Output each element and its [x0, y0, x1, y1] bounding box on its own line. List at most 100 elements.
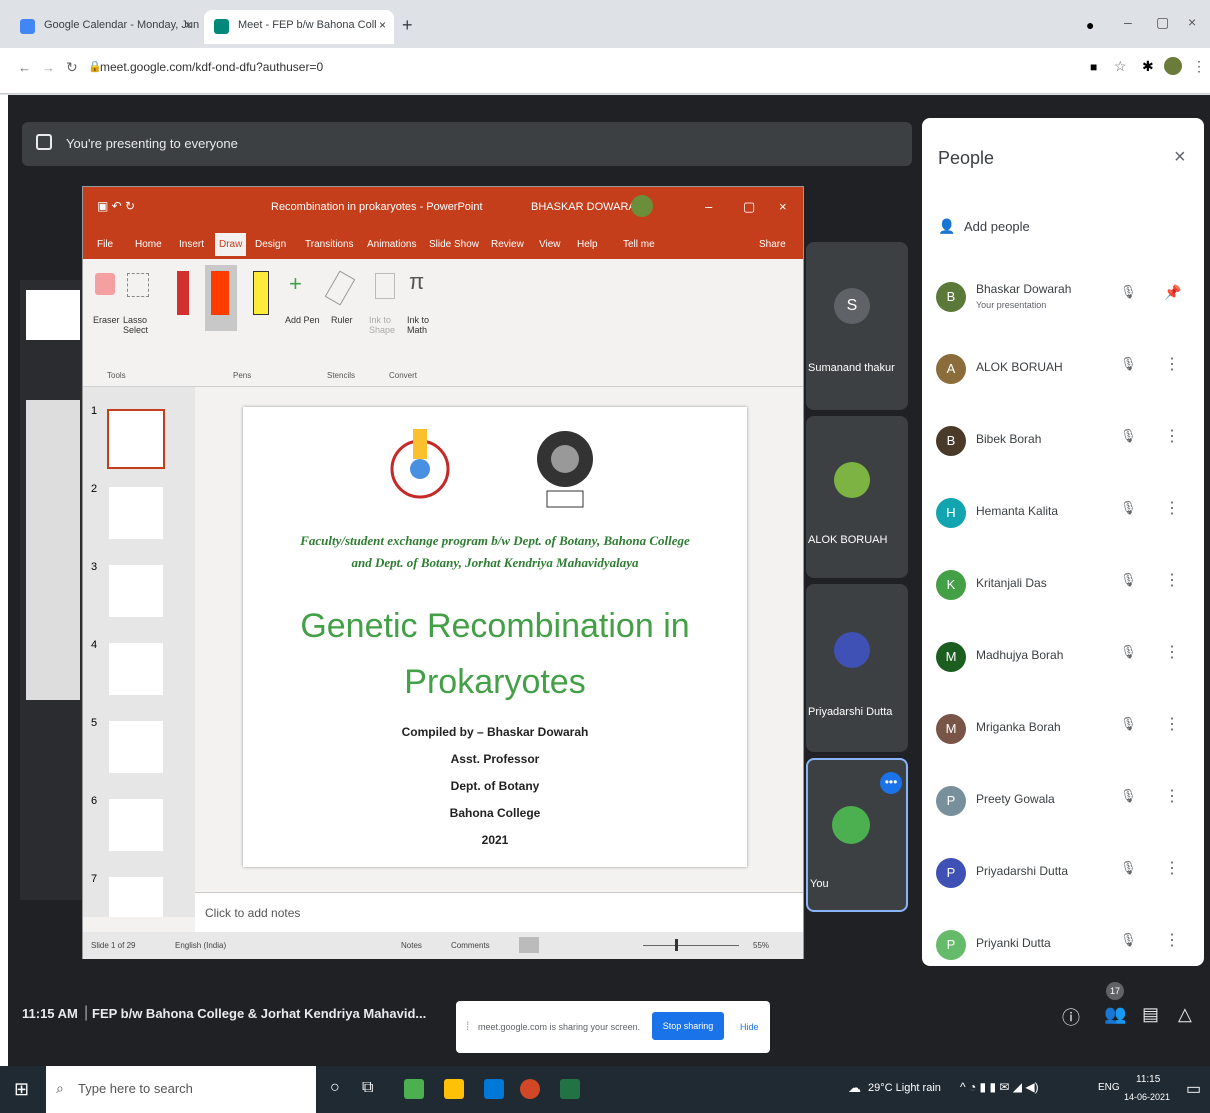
participant-row[interactable]: P Preety Gowala 🎙 ⋮ — [934, 772, 1192, 832]
tab-file[interactable]: File — [97, 239, 113, 250]
drag-handle-icon[interactable]: ⁞ — [466, 1019, 469, 1033]
reload-icon[interactable]: ↻ — [66, 59, 78, 76]
tab-transitions[interactable]: Transitions — [305, 239, 354, 250]
cortana-icon[interactable]: ○ — [330, 1079, 340, 1097]
avatar[interactable] — [1164, 57, 1182, 75]
more-icon[interactable]: ⋮ — [1164, 570, 1180, 590]
more-icon[interactable]: ⋮ — [1164, 930, 1180, 950]
close-icon[interactable]: × — [779, 199, 787, 214]
back-icon[interactable]: ← — [18, 60, 31, 75]
chrome-icon[interactable] — [404, 1079, 424, 1099]
close-window-icon[interactable]: × — [1188, 14, 1196, 30]
star-icon[interactable]: ☆ — [1114, 58, 1127, 75]
ink-to-math-icon[interactable]: π — [409, 269, 424, 295]
more-icon[interactable]: ⋮ — [1164, 426, 1180, 446]
participant-tile[interactable]: S Sumanand thakur — [806, 242, 908, 410]
tab-design[interactable]: Design — [255, 239, 286, 250]
slide-thumb[interactable] — [109, 565, 163, 617]
profile-icon[interactable]: ● — [1086, 17, 1094, 33]
ink-to-shape-icon[interactable] — [375, 273, 395, 299]
menu-icon[interactable]: ⋮ — [1192, 58, 1206, 75]
slide-thumb[interactable] — [109, 721, 163, 773]
participant-row[interactable]: B Bibek Borah 🎙 ⋮ — [934, 412, 1192, 472]
system-tray-icons[interactable]: ^ ◔ ▮ ▮ ✉ ◢ ◀) — [960, 1080, 1039, 1094]
weather-text[interactable]: 29°C Light rain — [868, 1082, 941, 1094]
notification-icon[interactable]: ▭ — [1186, 1079, 1201, 1099]
people-icon[interactable]: 👥 — [1104, 1004, 1126, 1025]
tab-draw[interactable]: Draw — [215, 233, 247, 256]
new-tab-button[interactable]: + — [402, 15, 413, 36]
tab-slideshow[interactable]: Slide Show — [429, 239, 479, 250]
minimize-icon[interactable]: – — [1124, 14, 1132, 30]
red-pen-icon[interactable] — [177, 271, 189, 315]
participant-tile[interactable]: ALOK BORUAH — [806, 416, 908, 578]
store-icon[interactable] — [484, 1079, 504, 1099]
self-tile[interactable]: ••• You — [806, 758, 908, 912]
more-icon[interactable]: ⋮ — [1164, 786, 1180, 806]
tab-insert[interactable]: Insert — [179, 239, 204, 250]
ruler-icon[interactable] — [324, 270, 356, 306]
chat-icon[interactable]: ▤ — [1142, 1004, 1159, 1025]
file-explorer-icon[interactable] — [444, 1079, 464, 1099]
comments-button[interactable]: Comments — [451, 941, 490, 950]
tab-home[interactable]: Home — [135, 239, 162, 250]
slide-thumb[interactable] — [109, 799, 163, 851]
zoom-slider[interactable] — [643, 945, 739, 946]
share-button[interactable]: Share — [759, 239, 786, 250]
maximize-icon[interactable]: ▢ — [743, 199, 755, 215]
close-panel-button[interactable]: × — [1174, 146, 1186, 169]
eraser-icon[interactable] — [95, 273, 115, 295]
maximize-icon[interactable]: ▢ — [1156, 14, 1169, 31]
minimize-icon[interactable]: – — [705, 199, 712, 214]
excel-icon[interactable] — [560, 1079, 580, 1099]
pin-icon[interactable]: 📌 — [1164, 284, 1181, 301]
slide-thumb[interactable] — [109, 487, 163, 539]
hide-button[interactable]: Hide — [740, 1022, 759, 1032]
notes-pane[interactable]: Click to add notes — [195, 892, 803, 932]
tab-animations[interactable]: Animations — [367, 239, 416, 250]
powerpoint-icon[interactable] — [520, 1079, 540, 1099]
activities-icon[interactable]: △ — [1178, 1004, 1192, 1025]
participant-tile[interactable]: Priyadarshi Dutta — [806, 584, 908, 752]
add-people-button[interactable]: Add people — [964, 219, 1030, 234]
participant-row[interactable]: M Madhujya Borah 🎙 ⋮ — [934, 628, 1192, 688]
forward-icon[interactable]: → — [42, 60, 55, 75]
participant-row[interactable]: M Mriganka Borah 🎙 ⋮ — [934, 700, 1192, 760]
highlighter-red-icon[interactable] — [211, 271, 229, 315]
windows-start-icon[interactable]: ⊞ — [14, 1079, 29, 1100]
more-icon[interactable]: ⋮ — [1164, 858, 1180, 878]
tell-me-search[interactable]: Tell me — [623, 239, 655, 250]
tab-meet[interactable]: Meet - FEP b/w Bahona Coll × — [204, 10, 394, 44]
normal-view-icon[interactable] — [519, 937, 539, 953]
slide-thumb[interactable] — [109, 643, 163, 695]
more-icon[interactable]: ⋮ — [1164, 642, 1180, 662]
add-pen-icon[interactable]: + — [289, 271, 302, 297]
close-tab-button[interactable]: × — [185, 18, 192, 32]
participant-row[interactable]: H Hemanta Kalita 🎙 ⋮ — [934, 484, 1192, 544]
more-icon[interactable]: ⋮ — [1164, 498, 1180, 518]
language[interactable]: English (India) — [175, 941, 226, 950]
url-field[interactable]: meet.google.com/kdf-ond-dfu?authuser=0 — [100, 60, 323, 74]
extensions-icon[interactable]: ✱ — [1142, 58, 1154, 75]
more-icon[interactable]: ⋮ — [1164, 354, 1180, 374]
stop-sharing-button[interactable]: Stop sharing — [652, 1012, 724, 1040]
highlighter-yellow-icon[interactable] — [253, 271, 269, 315]
lasso-icon[interactable] — [127, 273, 149, 297]
participant-row[interactable]: P Priyanki Dutta 🎙 ⋮ — [934, 916, 1192, 962]
tab-review[interactable]: Review — [491, 239, 524, 250]
slide-thumb[interactable] — [107, 409, 165, 469]
add-person-icon[interactable]: 👤 — [938, 218, 955, 235]
tab-view[interactable]: View — [539, 239, 561, 250]
participant-row[interactable]: K Kritanjali Das 🎙 ⋮ — [934, 556, 1192, 616]
slide-thumb[interactable] — [109, 877, 163, 917]
taskbar-search[interactable]: ⌕ Type here to search — [46, 1066, 316, 1113]
camera-icon[interactable]: ■ — [1090, 60, 1097, 74]
participant-row[interactable]: A ALOK BORUAH 🎙 ⋮ — [934, 340, 1192, 400]
task-view-icon[interactable]: ⧉ — [362, 1079, 373, 1097]
tab-calendar[interactable]: Google Calendar - Monday, Jun × — [10, 10, 200, 44]
more-icon[interactable]: ⋮ — [1164, 714, 1180, 734]
participant-row[interactable]: B Bhaskar Dowarah Your presentation 🎙 📌 — [934, 268, 1192, 328]
info-icon[interactable]: ⓘ — [1062, 1004, 1080, 1030]
save-icon[interactable]: ▣ ↶ ↻ — [97, 199, 135, 213]
tab-help[interactable]: Help — [577, 239, 598, 250]
